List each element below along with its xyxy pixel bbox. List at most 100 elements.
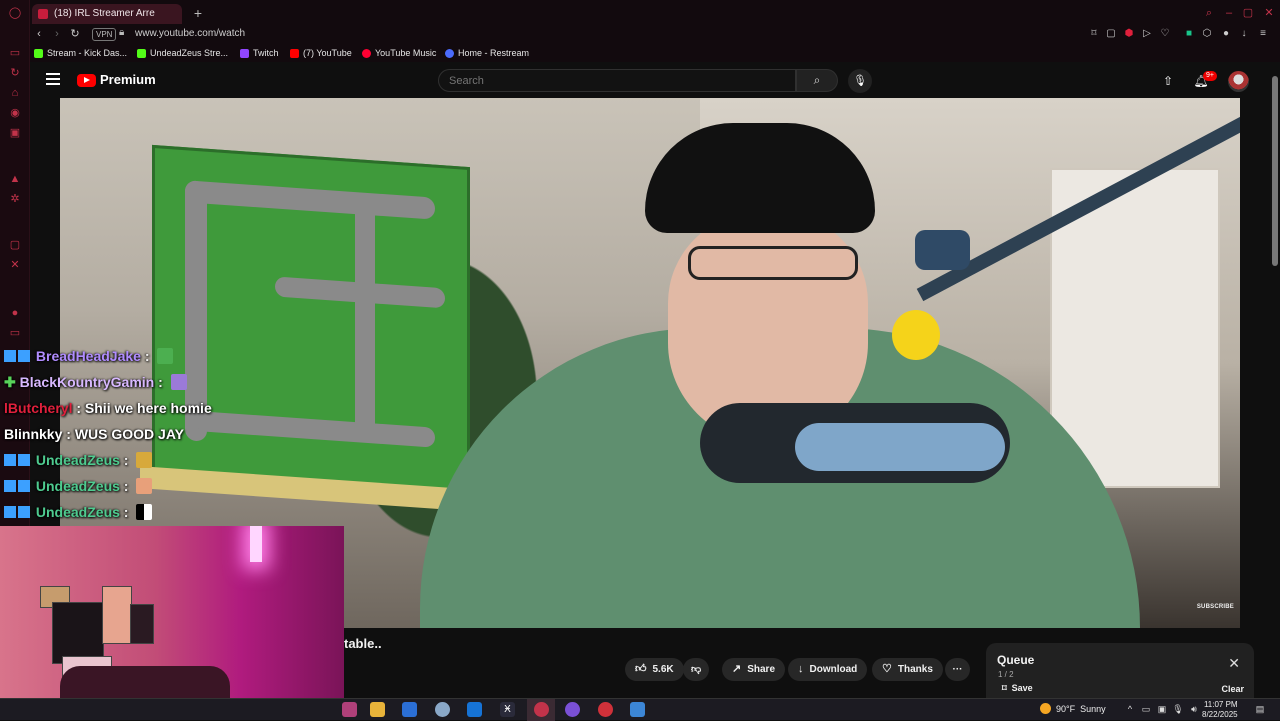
chat-badge-icon (18, 506, 30, 518)
maximize-icon[interactable]: ▢ (1241, 6, 1255, 20)
taskbar-active-app[interactable] (527, 699, 555, 721)
heart-icon[interactable]: ♡ (1159, 28, 1171, 40)
like-button[interactable]: 👍︎ 5.6K (625, 658, 684, 681)
messenger-icon[interactable]: ◉ (8, 106, 22, 120)
bookmark-icon[interactable]: ⌑ (1088, 28, 1100, 40)
taskbar-app-icon[interactable] (598, 702, 613, 717)
settings-icon[interactable]: ✲ (8, 192, 22, 206)
dislike-button[interactable]: 👎︎ (683, 658, 710, 681)
back-icon[interactable]: ‹ (32, 27, 46, 41)
bookmark-item[interactable]: Stream - Kick Das... (34, 46, 127, 60)
chat-line: UndeadZeus : (4, 449, 153, 471)
bookmark-item[interactable]: (7) YouTube (290, 46, 352, 60)
upload-icon[interactable]: ⇧ (1160, 73, 1176, 89)
taskbar-app-icon[interactable] (435, 702, 450, 717)
more-actions-button[interactable]: ··· (945, 658, 970, 681)
hamburger-menu-icon[interactable] (46, 73, 60, 85)
extension-green-icon[interactable]: ■ (1183, 28, 1195, 40)
chat-username: UndeadZeus (35, 452, 120, 468)
history-icon[interactable]: ↻ (8, 66, 22, 80)
player-icon[interactable]: ▣ (8, 126, 22, 140)
search-button[interactable]: ⌕ (796, 69, 838, 92)
tab-icon[interactable]: ▭ (8, 326, 22, 340)
download-button[interactable]: ↓ Download (788, 658, 868, 681)
chat-emote-icon (136, 452, 153, 468)
chevron-up-icon[interactable]: ^ (1124, 703, 1136, 715)
lock-icon[interactable]: 🔒︎ (119, 27, 124, 38)
search-tabs-icon[interactable]: ⌕ (1202, 6, 1216, 20)
chat-username: BreadHeadJake (35, 348, 141, 364)
queue-save-button[interactable]: ⌑ Save (1002, 683, 1033, 694)
microphone-tray-icon[interactable]: 🎙︎ (1172, 703, 1184, 715)
close-window-icon[interactable]: ✕ (1262, 6, 1276, 20)
tab-strip: (18) IRL Streamer Arre + ⌕ – ▢ ✕ (30, 0, 1280, 26)
scrollbar-thumb[interactable] (1272, 76, 1278, 266)
calculator-icon[interactable] (402, 702, 417, 717)
youtube-music-icon (362, 49, 371, 58)
taskbar-app-icon[interactable]: Ӿ (500, 702, 515, 717)
chat-line: Blinnkky : WUS GOOD JAY (4, 426, 184, 442)
twitch-icon (240, 49, 249, 58)
bookmark-item[interactable]: Twitch (240, 46, 279, 60)
twitch-icon[interactable]: ▢ (8, 238, 22, 252)
snapshot-icon[interactable]: ▢ (1105, 28, 1117, 40)
pin-icon[interactable]: ▲ (8, 172, 22, 186)
aria-icon[interactable]: ⌂ (8, 86, 22, 100)
x-icon[interactable]: ✕ (8, 258, 22, 272)
taskbar-app-icon[interactable] (565, 702, 580, 717)
chat-line: lButcheryl : Shii we here homie (4, 400, 212, 416)
tab-active[interactable]: (18) IRL Streamer Arre (32, 4, 182, 24)
page-scrollbar[interactable] (1270, 62, 1280, 698)
system-clock[interactable]: 11:07 PM 8/22/2025 (1202, 700, 1238, 720)
record-icon[interactable]: ● (8, 306, 22, 320)
extensions-icon[interactable]: ⬡ (1201, 28, 1213, 40)
vpn-badge[interactable]: VPN (92, 28, 117, 41)
tray-app-icon[interactable]: ▭ (1140, 703, 1152, 715)
youtube-brand[interactable]: Premium (100, 72, 156, 87)
opera-logo-icon[interactable]: ◯ (8, 6, 22, 20)
close-icon[interactable]: ✕ (1228, 655, 1240, 672)
minimize-icon[interactable]: – (1222, 6, 1236, 20)
play-extension-icon[interactable]: ▷ (1141, 28, 1153, 40)
menu-icon[interactable]: ≡ (1257, 28, 1269, 40)
voice-search-button[interactable]: 🎙︎ (848, 69, 872, 93)
bookmark-item[interactable]: UndeadZeus Stre... (137, 46, 228, 60)
adblock-icon[interactable]: ⬢ (1123, 28, 1135, 40)
tray-app-icon[interactable]: ▣ (1156, 703, 1168, 715)
profile-icon[interactable]: ● (1220, 28, 1232, 40)
chat-badge-icon (4, 350, 16, 362)
chat-emote-icon (136, 504, 153, 520)
taskbar-app-icon[interactable] (342, 702, 357, 717)
download-browser-icon[interactable]: ↓ (1238, 28, 1250, 40)
file-explorer-icon[interactable] (370, 702, 385, 717)
bookmark-item[interactable]: YouTube Music (362, 46, 436, 60)
reload-icon[interactable]: ↻ (68, 27, 82, 41)
chat-badge-icon (18, 454, 30, 466)
notifications-tray-icon[interactable]: ▤ (1254, 703, 1266, 715)
speed-dial-icon[interactable]: ▭ (8, 46, 22, 60)
outlook-icon[interactable] (467, 702, 482, 717)
address-bar: ‹ › ↻ VPN 🔒︎ www.youtube.com/watch ⌑ ▢ ⬢… (30, 26, 1280, 44)
video-person-glasses (688, 246, 858, 280)
new-tab-button[interactable]: + (190, 4, 206, 22)
url-field[interactable]: www.youtube.com/watch (135, 27, 245, 41)
weather-widget[interactable]: 90°F Sunny (1040, 703, 1106, 714)
chat-line: UndeadZeus : (4, 501, 153, 523)
queue-count: 1 / 2 (998, 670, 1014, 679)
chat-username: Blinnkky (4, 426, 63, 442)
share-button[interactable]: ↗ Share (722, 658, 786, 681)
bookmark-item[interactable]: Home - Restream (445, 46, 529, 60)
forward-icon[interactable]: › (50, 27, 64, 41)
queue-clear-button[interactable]: Clear (1221, 684, 1244, 694)
taskbar-app-icon[interactable] (630, 702, 645, 717)
thumbs-down-icon: 👎︎ (691, 664, 702, 675)
thanks-button[interactable]: ♡ Thanks (872, 658, 943, 681)
avatar[interactable] (1228, 71, 1249, 92)
volume-icon[interactable]: 🔊︎ (1188, 703, 1200, 715)
windows-taskbar: Ӿ 90°F Sunny ^ ▭ ▣ 🎙︎ 🔊︎ 11:07 PM 8/22/20… (0, 698, 1280, 721)
search-icon: ⌕ (813, 73, 821, 87)
search-input[interactable] (438, 69, 796, 92)
youtube-logo-icon[interactable] (77, 74, 96, 87)
youtube-icon (290, 49, 299, 58)
chat-badge-icon (18, 350, 30, 362)
